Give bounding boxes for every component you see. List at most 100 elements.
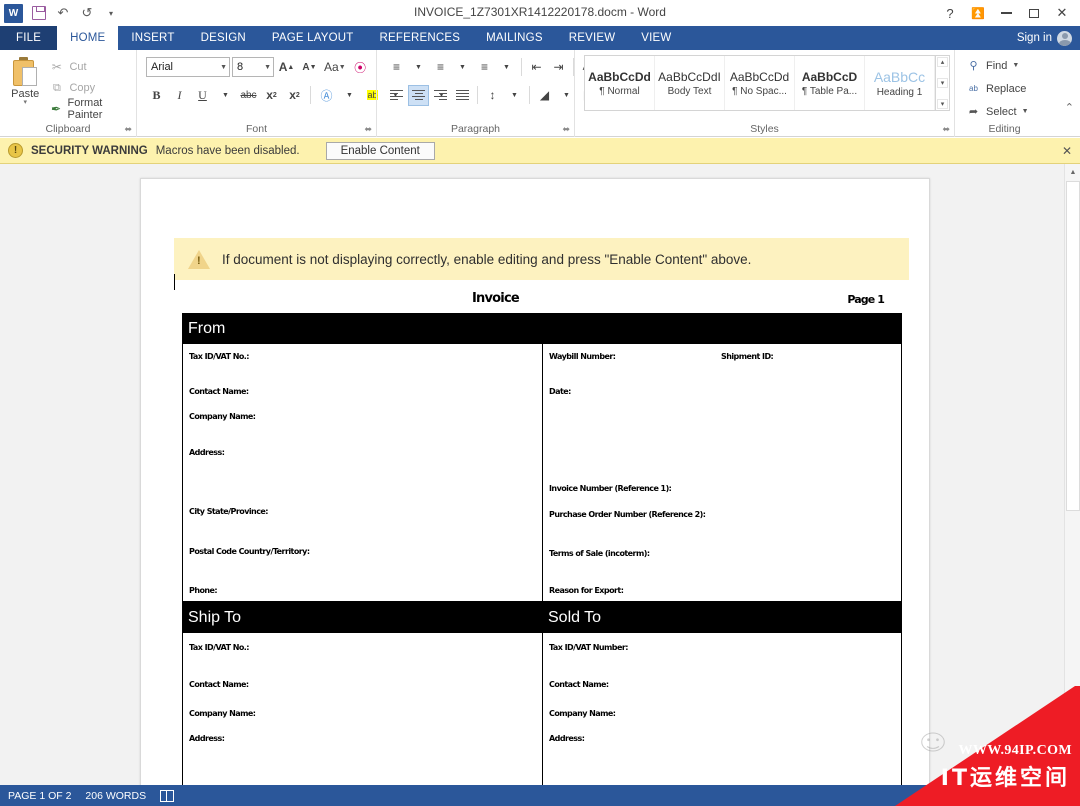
copy-button[interactable]: ⧉ Copy <box>49 78 131 98</box>
replace-button[interactable]: ab Replace <box>966 78 1026 99</box>
styles-scroll-up-icon[interactable]: ▴ <box>937 57 948 67</box>
tab-view[interactable]: VIEW <box>628 26 684 50</box>
save-icon[interactable] <box>28 2 50 24</box>
tab-mailings[interactable]: MAILINGS <box>473 26 556 50</box>
chevron-down-icon[interactable]: ▼ <box>220 64 227 71</box>
paragraph-dialog-launcher-icon[interactable]: ⬌ <box>562 124 570 135</box>
page-indicator[interactable]: PAGE 1 OF 2 <box>8 790 71 802</box>
line-spacing-icon[interactable]: ↕ <box>482 85 503 106</box>
bullets-caret-icon[interactable]: ▼ <box>408 57 429 78</box>
tab-review[interactable]: REVIEW <box>556 26 629 50</box>
ribbon-display-options-icon[interactable]: ⏫ <box>964 2 992 24</box>
document-page[interactable]: If document is not displaying correctly,… <box>140 178 930 785</box>
style-body-text[interactable]: AaBbCcDdI Body Text <box>655 56 725 110</box>
tab-design[interactable]: DESIGN <box>188 26 259 50</box>
styles-scroll-buttons: ▴ ▾ ▾ <box>935 56 949 110</box>
superscript-button[interactable]: x2 <box>284 85 305 106</box>
avatar <box>1057 30 1072 46</box>
align-left-button[interactable] <box>386 85 407 106</box>
section-header-from: From <box>182 313 902 344</box>
find-button[interactable]: ⚲ Find ▼ <box>966 55 1019 76</box>
chevron-down-icon[interactable]: ▼ <box>264 64 271 71</box>
underline-caret-icon[interactable]: ▼ <box>215 85 236 106</box>
line-spacing-caret-icon[interactable]: ▼ <box>504 85 525 106</box>
font-size-combobox[interactable]: 8 ▼ <box>232 57 274 77</box>
tab-home[interactable]: HOME <box>57 26 119 50</box>
customize-qat-icon[interactable]: ▾ <box>100 2 122 24</box>
style-heading-1[interactable]: AaBbCс Heading 1 <box>865 56 935 110</box>
text-effects-caret-icon[interactable]: ▼ <box>339 85 360 106</box>
field-contact-name: Contact Name: <box>189 387 249 396</box>
maximize-button[interactable] <box>1020 2 1048 24</box>
tab-references[interactable]: REFERENCES <box>367 26 474 50</box>
style-table-paragraph[interactable]: AaBbCcD ¶ Table Pa... <box>795 56 865 110</box>
minimize-button[interactable] <box>992 2 1020 24</box>
clipboard-dialog-launcher-icon[interactable]: ⬌ <box>124 124 132 135</box>
paste-caret-icon[interactable]: ▾ <box>23 99 27 106</box>
bullets-icon[interactable]: ≡ <box>386 57 407 78</box>
help-icon[interactable]: ? <box>936 2 964 24</box>
scroll-up-icon[interactable]: ▲ <box>1065 164 1080 181</box>
sign-in-area[interactable]: Sign in <box>1017 26 1072 50</box>
grow-font-icon[interactable]: A ▲ <box>276 57 297 78</box>
subscript-button[interactable]: x2 <box>261 85 282 106</box>
numbering-icon[interactable]: ≡ <box>430 57 451 78</box>
security-warning-bar: ! SECURITY WARNING Macros have been disa… <box>0 138 1080 164</box>
tab-page-layout[interactable]: PAGE LAYOUT <box>259 26 367 50</box>
select-button[interactable]: ➦ Select ▼ <box>966 101 1029 122</box>
align-right-button[interactable] <box>430 85 451 106</box>
tab-insert[interactable]: INSERT <box>118 26 187 50</box>
field-ship-address: Address: <box>189 734 225 743</box>
styles-more-icon[interactable]: ▾ <box>937 99 948 109</box>
print-layout-icon[interactable] <box>1057 789 1072 802</box>
clear-formatting-icon[interactable]: ⦿ <box>350 57 371 78</box>
style-no-spacing[interactable]: AaBbCcDd ¶ No Spac... <box>725 56 795 110</box>
multilevel-caret-icon[interactable]: ▼ <box>496 57 517 78</box>
multilevel-list-icon[interactable]: ≡ <box>474 57 495 78</box>
editing-group-label: Editing <box>988 123 1021 135</box>
scroll-down-icon[interactable]: ▼ <box>1065 768 1080 785</box>
vertical-scrollbar[interactable]: ▲ ▼ <box>1064 164 1080 785</box>
read-mode-icon[interactable] <box>1027 789 1041 802</box>
scrollbar-thumb[interactable] <box>1066 181 1080 511</box>
change-case-icon[interactable]: Aa ▼ <box>322 57 348 78</box>
copy-icon: ⧉ <box>53 81 61 94</box>
align-center-button[interactable] <box>408 84 429 106</box>
font-group-label: Font <box>245 123 267 135</box>
strikethrough-button[interactable]: abc <box>238 85 259 106</box>
text-effects-icon[interactable]: Ⓐ <box>316 85 337 106</box>
title-bar: W ↶ ↺ ▾ INVOICE_1Z7301XR1412220178.docm … <box>0 0 1080 26</box>
close-message-bar-icon[interactable]: ✕ <box>1062 144 1072 158</box>
field-terms-of-sale: Terms of Sale (incoterm): <box>549 549 650 558</box>
bold-button[interactable]: B <box>146 85 167 106</box>
find-caret-icon[interactable]: ▼ <box>1012 62 1019 69</box>
styles-dialog-launcher-icon[interactable]: ⬌ <box>942 124 950 135</box>
style-preview: AaBbCcDdI <box>658 69 721 84</box>
select-caret-icon[interactable]: ▼ <box>1022 108 1029 115</box>
style-preview: AaBbCcDd <box>588 69 651 84</box>
italic-button[interactable]: I <box>169 85 190 106</box>
increase-indent-icon[interactable]: ⇥ <box>548 57 569 78</box>
proofing-errors-icon[interactable] <box>160 789 175 802</box>
shading-icon[interactable]: ◢ <box>534 85 555 106</box>
undo-icon[interactable]: ↶ <box>52 2 74 24</box>
redo-icon[interactable]: ↺ <box>76 2 98 24</box>
font-name-combobox[interactable]: Arial ▼ <box>146 57 230 77</box>
enable-content-button[interactable]: Enable Content <box>325 141 435 160</box>
font-dialog-launcher-icon[interactable]: ⬌ <box>364 124 372 135</box>
numbering-caret-icon[interactable]: ▼ <box>452 57 473 78</box>
word-count[interactable]: 206 WORDS <box>85 790 146 802</box>
clipboard-group-label: Clipboard <box>45 123 91 135</box>
style-normal[interactable]: AaBbCcDd ¶ Normal <box>585 56 655 110</box>
format-painter-button[interactable]: ✒ Format Painter <box>49 97 131 121</box>
decrease-indent-icon[interactable]: ⇤ <box>526 57 547 78</box>
tab-file[interactable]: FILE <box>0 26 58 50</box>
collapse-ribbon-icon[interactable]: ⌃ <box>1065 101 1074 114</box>
close-button[interactable]: ✕ <box>1048 2 1076 24</box>
shrink-font-icon[interactable]: A ▼ <box>299 57 320 78</box>
underline-button[interactable]: U <box>192 85 213 106</box>
justify-button[interactable] <box>452 85 473 106</box>
styles-scroll-down-icon[interactable]: ▾ <box>937 78 948 88</box>
paste-button[interactable]: Paste ▾ <box>5 55 45 106</box>
cut-button[interactable]: ✂ Cut <box>49 57 131 77</box>
